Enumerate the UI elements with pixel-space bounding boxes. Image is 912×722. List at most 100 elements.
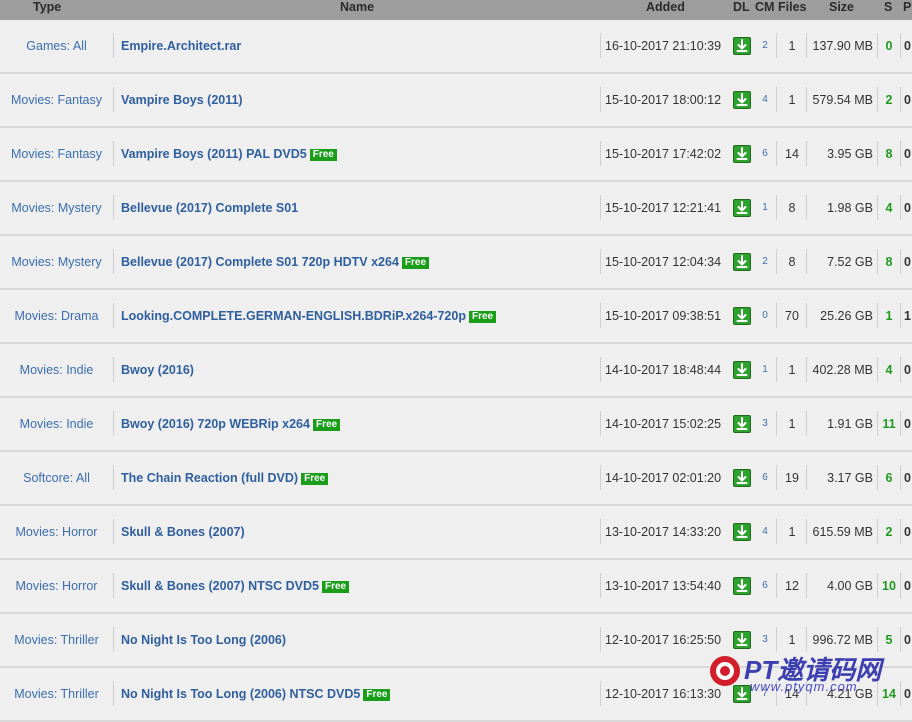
torrent-name-link[interactable]: Vampire Boys (2011) PAL DVD5 <box>121 147 307 161</box>
size-value: 25.26 GB <box>820 309 873 323</box>
comments-count-link[interactable]: 6 <box>756 560 774 612</box>
seeders-count-link[interactable]: 1 <box>878 290 900 342</box>
column-divider <box>600 303 601 328</box>
category-link[interactable]: Movies: Drama <box>0 290 113 342</box>
table-row: Movies: Indie Bwoy (2016) 720p WEBRip x26… <box>0 398 912 452</box>
peers-count-link[interactable]: 0 <box>904 182 911 234</box>
download-icon[interactable] <box>733 469 751 487</box>
seeders-count-link[interactable]: 6 <box>878 452 900 504</box>
comments-count-link[interactable]: 3 <box>756 398 774 450</box>
column-divider <box>113 627 114 652</box>
table-row: Movies: Horror Skull & Bones (2007) NTSC … <box>0 560 912 614</box>
category-link[interactable]: Movies: Indie <box>0 344 113 396</box>
seeders-count-link[interactable]: 11 <box>878 398 900 450</box>
torrent-name-link[interactable]: Empire.Architect.rar <box>121 39 241 53</box>
column-divider <box>113 195 114 220</box>
comments-count-link[interactable]: 0 <box>756 290 774 342</box>
peers-count-link[interactable]: 0 <box>904 74 911 126</box>
torrent-name-cell: Bellevue (2017) Complete S01 720p HDTV x… <box>121 236 430 288</box>
comments-count-link[interactable]: 4 <box>756 74 774 126</box>
comments-count-link[interactable]: 1 <box>756 182 774 234</box>
table-row: Movies: Mystery Bellevue (2017) Complete … <box>0 236 912 290</box>
column-divider <box>600 465 601 490</box>
peers-count-link[interactable]: 0 <box>904 398 911 450</box>
download-icon[interactable] <box>733 361 751 379</box>
seeders-count-link[interactable]: 8 <box>878 236 900 288</box>
watermark-url: www.ptyqm.com <box>750 679 858 694</box>
category-link[interactable]: Softcore: All <box>0 452 113 504</box>
seeders-count-link[interactable]: 4 <box>878 344 900 396</box>
torrent-name-link[interactable]: Bwoy (2016) <box>121 363 194 377</box>
torrent-name-link[interactable]: No Night Is Too Long (2006) <box>121 633 286 647</box>
col-cm-header[interactable]: CM <box>755 0 774 14</box>
comments-count-link[interactable]: 4 <box>756 506 774 558</box>
torrent-name-link[interactable]: No Night Is Too Long (2006) NTSC DVD5 <box>121 687 360 701</box>
download-icon[interactable] <box>733 145 751 163</box>
comments-count-link[interactable]: 2 <box>756 20 774 72</box>
torrent-name-link[interactable]: Skull & Bones (2007) <box>121 525 245 539</box>
seeders-count-link[interactable]: 8 <box>878 128 900 180</box>
seeders-count-link[interactable]: 4 <box>878 182 900 234</box>
download-icon[interactable] <box>733 577 751 595</box>
torrent-name-link[interactable]: Bellevue (2017) Complete S01 720p HDTV x… <box>121 255 399 269</box>
peers-count-link[interactable]: 0 <box>904 452 911 504</box>
category-link[interactable]: Movies: Thriller <box>0 614 113 666</box>
download-icon[interactable] <box>733 253 751 271</box>
peers-count-link[interactable]: 1 <box>904 290 911 342</box>
column-divider <box>113 87 114 112</box>
download-icon[interactable] <box>733 91 751 109</box>
torrent-name-link[interactable]: Looking.COMPLETE.GERMAN-ENGLISH.BDRiP.x2… <box>121 309 466 323</box>
category-link[interactable]: Movies: Mystery <box>0 182 113 234</box>
torrent-name-cell: Bellevue (2017) Complete S01 <box>121 182 298 234</box>
seeders-count-link[interactable]: 0 <box>878 20 900 72</box>
download-icon[interactable] <box>733 631 751 649</box>
category-link[interactable]: Movies: Horror <box>0 506 113 558</box>
col-added-header[interactable]: Added <box>646 0 685 14</box>
download-icon[interactable] <box>733 37 751 55</box>
peers-count-link[interactable]: 0 <box>904 560 911 612</box>
download-icon[interactable] <box>733 199 751 217</box>
peers-count-link[interactable]: 0 <box>904 128 911 180</box>
torrent-name-link[interactable]: Bwoy (2016) 720p WEBRip x264 <box>121 417 310 431</box>
added-date: 15-10-2017 12:21:41 <box>605 201 722 215</box>
seeders-count-link[interactable]: 10 <box>878 560 900 612</box>
seeders-count-link[interactable]: 2 <box>878 74 900 126</box>
col-type-header[interactable]: Type <box>33 0 61 14</box>
column-divider <box>600 411 601 436</box>
files-count: 70 <box>785 309 799 323</box>
torrent-name-link[interactable]: The Chain Reaction (full DVD) <box>121 471 298 485</box>
category-link[interactable]: Movies: Fantasy <box>0 74 113 126</box>
col-name-header[interactable]: Name <box>340 0 374 14</box>
col-size-header[interactable]: Size <box>829 0 854 14</box>
table-header: Type Name Added DL CM Files Size S P <box>0 0 912 20</box>
category-link[interactable]: Movies: Mystery <box>0 236 113 288</box>
column-divider <box>900 141 901 166</box>
torrent-name-cell: Skull & Bones (2007) <box>121 506 245 558</box>
download-icon[interactable] <box>733 523 751 541</box>
added-date: 13-10-2017 14:33:20 <box>605 525 722 539</box>
category-link[interactable]: Movies: Thriller <box>0 668 113 720</box>
category-link[interactable]: Movies: Indie <box>0 398 113 450</box>
torrent-name-link[interactable]: Skull & Bones (2007) NTSC DVD5 <box>121 579 319 593</box>
col-seeders-header[interactable]: S <box>884 0 892 14</box>
seeders-count-link[interactable]: 2 <box>878 506 900 558</box>
peers-count-link[interactable]: 0 <box>904 344 911 396</box>
column-divider <box>600 357 601 382</box>
comments-count-link[interactable]: 6 <box>756 128 774 180</box>
col-peers-header[interactable]: P <box>903 0 911 14</box>
comments-count-link[interactable]: 6 <box>756 452 774 504</box>
category-link[interactable]: Movies: Horror <box>0 560 113 612</box>
category-link[interactable]: Games: All <box>0 20 113 72</box>
comments-count-link[interactable]: 1 <box>756 344 774 396</box>
category-link[interactable]: Movies: Fantasy <box>0 128 113 180</box>
torrent-name-link[interactable]: Bellevue (2017) Complete S01 <box>121 201 298 215</box>
table-row: Movies: Indie Bwoy (2016) 14-10-2017 18:48… <box>0 344 912 398</box>
download-icon[interactable] <box>733 415 751 433</box>
peers-count-link[interactable]: 0 <box>904 236 911 288</box>
peers-count-link[interactable]: 0 <box>904 20 911 72</box>
torrent-name-link[interactable]: Vampire Boys (2011) <box>121 93 243 107</box>
comments-count-link[interactable]: 2 <box>756 236 774 288</box>
col-files-header[interactable]: Files <box>778 0 807 14</box>
download-icon[interactable] <box>733 307 751 325</box>
peers-count-link[interactable]: 0 <box>904 506 911 558</box>
